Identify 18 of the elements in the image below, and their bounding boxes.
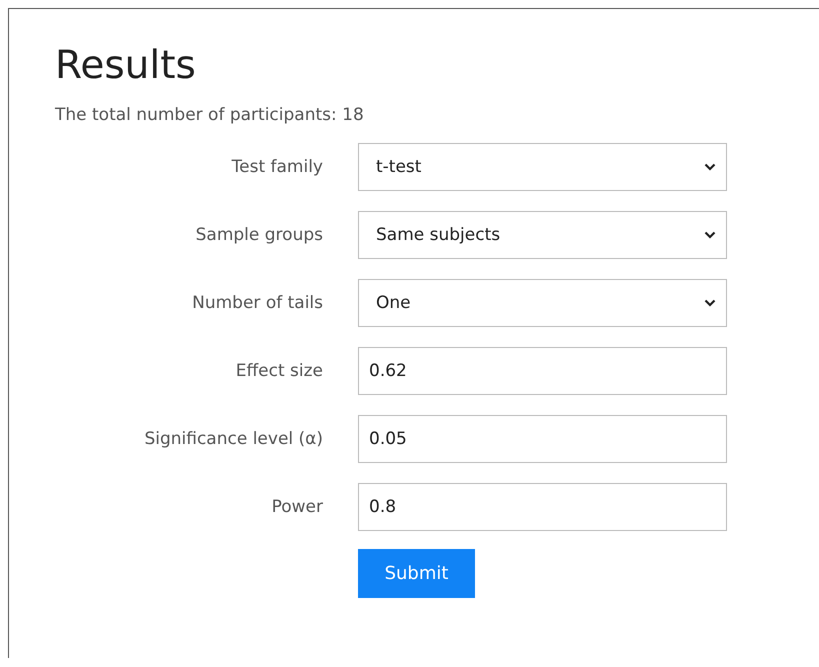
text-field[interactable]: 0.62 (358, 347, 727, 395)
field-label: Effect size (236, 361, 323, 381)
field-label: Number of tails (192, 293, 323, 313)
field-label: Significance level (α) (144, 429, 323, 449)
field-label: Test family (232, 157, 323, 177)
text-field[interactable]: 0.8 (358, 483, 727, 531)
text-field[interactable]: 0.05 (358, 415, 727, 463)
dropdown[interactable]: One (358, 279, 727, 327)
chevron-down-icon (704, 163, 716, 171)
chevron-down-icon (704, 231, 716, 239)
results-heading: Results (55, 42, 197, 90)
dropdown[interactable]: t-test (358, 143, 727, 191)
field-label: Sample groups (196, 225, 323, 245)
chevron-down-icon (704, 299, 716, 307)
field-label: Power (272, 497, 323, 517)
participants-summary: The total number of participants: 18 (55, 104, 365, 127)
submit-button[interactable]: Submit (358, 549, 475, 598)
dropdown[interactable]: Same subjects (358, 211, 727, 259)
